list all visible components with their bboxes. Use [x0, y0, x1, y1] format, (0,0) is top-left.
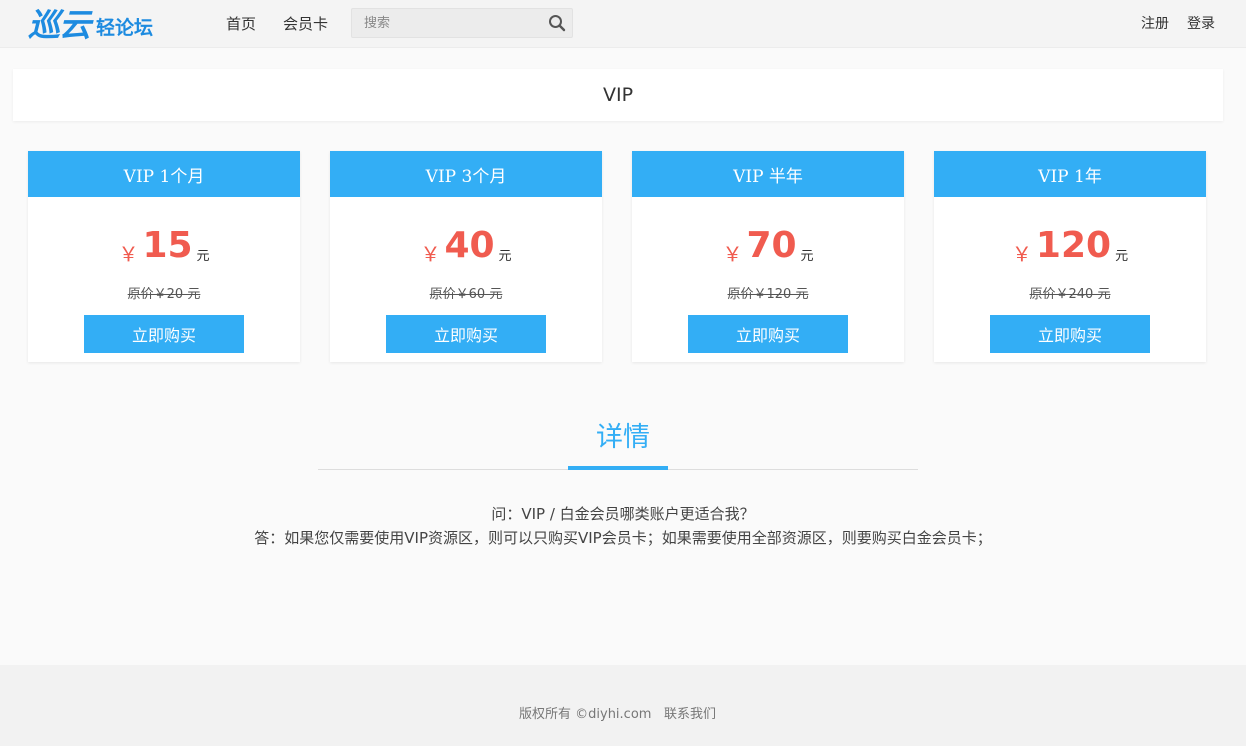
copyright-text: 版权所有 ©diyhi.com: [519, 707, 652, 722]
nav-home-link[interactable]: 首页: [226, 14, 256, 34]
price-unit: 元: [196, 249, 210, 264]
page-footer: 版权所有 ©diyhi.com 联系我们: [0, 665, 1246, 746]
price-unit: 元: [1115, 249, 1129, 264]
plan-price: ￥ 70 元: [632, 223, 904, 267]
details-heading: 详情: [596, 422, 650, 453]
plan-card-half-year: VIP 半年 ￥ 70 元 原价￥120 元 立即购买: [632, 151, 904, 362]
original-price: 原价￥240 元: [1029, 287, 1111, 302]
price-unit: 元: [800, 249, 814, 264]
search-input[interactable]: [352, 9, 542, 37]
plan-name: VIP 半年: [632, 151, 904, 197]
buy-now-button[interactable]: 立即购买: [990, 315, 1150, 353]
price-unit: 元: [498, 249, 512, 264]
logo-sub-text: 轻论坛: [96, 17, 154, 39]
details-heading-underline: [568, 466, 668, 470]
original-price: 原价￥20 元: [127, 287, 201, 302]
currency-symbol: ￥: [118, 242, 139, 266]
plan-card-3-months: VIP 3个月 ￥ 40 元 原价￥60 元 立即购买: [330, 151, 602, 362]
plan-card-1-month: VIP 1个月 ￥ 15 元 原价￥20 元 立即购买: [28, 151, 300, 362]
plan-price: ￥ 120 元: [934, 223, 1206, 267]
plan-card-1-year: VIP 1年 ￥ 120 元 原价￥240 元 立即购买: [934, 151, 1206, 362]
buy-now-button[interactable]: 立即购买: [386, 315, 546, 353]
buy-now-button[interactable]: 立即购买: [688, 315, 848, 353]
login-link[interactable]: 登录: [1187, 15, 1215, 33]
plan-name: VIP 3个月: [330, 151, 602, 197]
currency-symbol: ￥: [1011, 242, 1032, 266]
price-value: 120: [1035, 225, 1112, 266]
faq-answer: 答：如果您仅需要使用VIP资源区，则可以只购买VIP会员卡；如果需要使用全部资源…: [254, 529, 992, 547]
search-box: [351, 8, 573, 38]
plan-price: ￥ 15 元: [28, 223, 300, 267]
price-value: 15: [142, 225, 193, 266]
register-link[interactable]: 注册: [1141, 15, 1169, 33]
buy-now-button[interactable]: 立即购买: [84, 315, 244, 353]
faq-question: 问：VIP / 白金会员哪类账户更适合我？: [491, 505, 755, 523]
price-value: 70: [746, 225, 797, 266]
contact-us-link[interactable]: 联系我们: [664, 703, 716, 722]
original-price: 原价￥120 元: [727, 287, 809, 302]
currency-symbol: ￥: [722, 242, 743, 266]
plan-name: VIP 1个月: [28, 151, 300, 197]
search-icon[interactable]: [546, 13, 568, 33]
page-title-box: VIP: [13, 69, 1223, 121]
nav-vip-card-link[interactable]: 会员卡: [283, 14, 328, 34]
logo-main-text: 巡云: [28, 6, 91, 44]
plan-price: ￥ 40 元: [330, 223, 602, 267]
site-logo[interactable]: 巡云 轻论坛: [28, 6, 153, 42]
page-title: VIP: [602, 84, 634, 106]
top-navbar: 巡云 轻论坛 首页 会员卡 注册 登录: [0, 0, 1246, 48]
original-price: 原价￥60 元: [429, 287, 503, 302]
price-value: 40: [444, 225, 495, 266]
currency-symbol: ￥: [420, 242, 441, 266]
plan-name: VIP 1年: [934, 151, 1206, 197]
